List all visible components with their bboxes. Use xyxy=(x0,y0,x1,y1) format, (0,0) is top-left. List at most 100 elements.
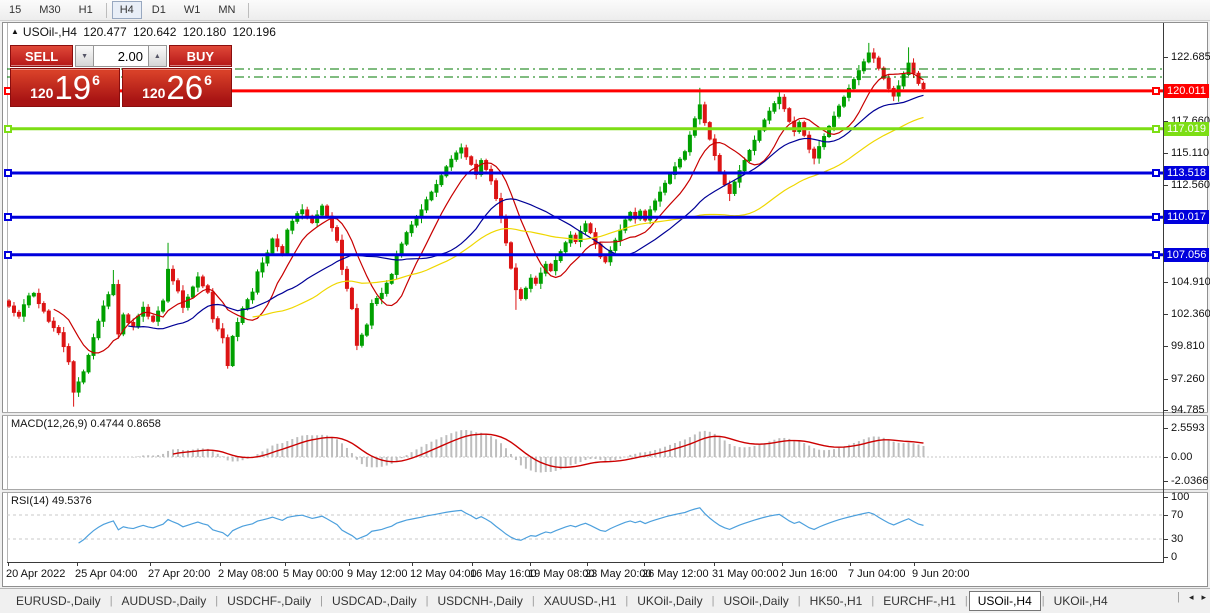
macd-signal-line xyxy=(173,434,923,467)
price-tick-mark xyxy=(1163,57,1168,58)
bid-main-digits: 19 xyxy=(54,71,91,104)
line-drag-handle[interactable] xyxy=(1152,213,1160,221)
ohlc-close: 120.196 xyxy=(232,25,275,39)
indicator-tick-mark xyxy=(1163,539,1168,540)
spin-up-icon: ▲ xyxy=(154,53,161,60)
indicator-tick-label: 2.5593 xyxy=(1171,422,1205,434)
time-tick-mark xyxy=(530,562,531,566)
time-axis-label: 12 May 04:00 xyxy=(410,568,477,580)
time-axis-label: 16 May 16:00 xyxy=(470,568,537,580)
price-tick-mark xyxy=(1163,379,1168,380)
bid-price-box[interactable]: 120 19 6 xyxy=(10,68,120,107)
time-axis-label: 20 Apr 2022 xyxy=(6,568,65,580)
price-tick-label: 112.560 xyxy=(1171,179,1210,191)
panel-splitter-rsi[interactable] xyxy=(2,489,1208,493)
indicator-tick-label: 30 xyxy=(1171,533,1183,545)
spin-down-icon: ▼ xyxy=(81,53,88,60)
price-tick-label: 115.110 xyxy=(1171,147,1209,159)
volume-increase-button[interactable]: ▲ xyxy=(148,45,167,67)
sell-button[interactable]: SELL xyxy=(10,45,73,67)
macd-histogram xyxy=(132,430,924,473)
time-axis-label: 2 Jun 16:00 xyxy=(780,568,838,580)
indicator-tick-mark xyxy=(1163,557,1168,558)
rsi-indicator-label: RSI(14) 49.5376 xyxy=(11,495,92,507)
ohlc-low: 120.180 xyxy=(183,25,226,39)
line-drag-handle[interactable] xyxy=(4,251,12,259)
moving-average-lines xyxy=(54,73,924,353)
price-tick-label: 97.260 xyxy=(1171,373,1205,385)
line-drag-handle[interactable] xyxy=(1152,87,1160,95)
time-tick-mark xyxy=(587,562,588,566)
line-drag-handle[interactable] xyxy=(4,169,12,177)
time-axis-label: 25 Apr 04:00 xyxy=(75,568,137,580)
time-axis-border xyxy=(7,562,1164,563)
time-axis-label: 9 Jun 20:00 xyxy=(912,568,970,580)
time-tick-mark xyxy=(8,562,9,566)
indicator-tick-label: 100 xyxy=(1171,491,1189,503)
price-tick-mark xyxy=(1163,185,1168,186)
time-axis-label: 31 May 00:00 xyxy=(712,568,779,580)
line-drag-handle[interactable] xyxy=(4,213,12,221)
price-tick-mark xyxy=(1163,346,1168,347)
chart-symbol: USOil-,H4 xyxy=(23,25,77,39)
buy-button[interactable]: BUY xyxy=(169,45,232,67)
ask-main-digits: 26 xyxy=(166,71,203,104)
price-tick-label: 99.810 xyxy=(1171,340,1205,352)
price-tick-label: 102.360 xyxy=(1171,308,1210,320)
time-tick-mark xyxy=(285,562,286,566)
bid-pip-digit: 6 xyxy=(92,72,100,88)
time-tick-mark xyxy=(349,562,350,566)
time-axis-label: 9 May 12:00 xyxy=(347,568,408,580)
price-line-label-107.056: 107.056 xyxy=(1164,248,1209,262)
indicator-tick-label: -2.0366 xyxy=(1171,475,1208,487)
rsi-line xyxy=(79,508,924,543)
panel-splitter-macd[interactable] xyxy=(2,412,1208,416)
price-tick-mark xyxy=(1163,314,1168,315)
macd-indicator-label: MACD(12,26,9) 0.4744 0.8658 xyxy=(11,418,161,430)
time-tick-mark xyxy=(914,562,915,566)
bid-prefix: 120 xyxy=(30,85,53,101)
volume-input[interactable] xyxy=(94,45,148,67)
indicator-tick-mark xyxy=(1163,481,1168,482)
indicator-tick-mark xyxy=(1163,457,1168,458)
price-tick-mark xyxy=(1163,410,1168,411)
ask-prefix: 120 xyxy=(142,85,165,101)
indicator-tick-mark xyxy=(1163,515,1168,516)
price-line-label-113.518: 113.518 xyxy=(1164,166,1209,180)
time-tick-mark xyxy=(850,562,851,566)
indicator-tick-label: 0 xyxy=(1171,551,1177,563)
ask-price-box[interactable]: 120 26 6 xyxy=(122,68,232,107)
time-tick-mark xyxy=(782,562,783,566)
indicator-tick-label: 70 xyxy=(1171,509,1183,521)
time-axis-label: 27 Apr 20:00 xyxy=(148,568,210,580)
time-tick-mark xyxy=(220,562,221,566)
time-tick-mark xyxy=(77,562,78,566)
line-drag-handle[interactable] xyxy=(1152,125,1160,133)
line-drag-handle[interactable] xyxy=(1152,169,1160,177)
line-drag-handle[interactable] xyxy=(4,125,12,133)
trading-platform-window: 15M30H1H4D1W1MN ▲USOil-,H4 120.477 120.6… xyxy=(0,0,1210,613)
indicator-tick-mark xyxy=(1163,428,1168,429)
time-tick-mark xyxy=(714,562,715,566)
chart-collapse-icon[interactable]: ▲ xyxy=(11,27,19,36)
price-tick-mark xyxy=(1163,282,1168,283)
time-tick-mark xyxy=(644,562,645,566)
ohlc-high: 120.642 xyxy=(133,25,176,39)
chart-title: ▲ USOil-,H4 120.477 120.642 120.180 120.1… xyxy=(11,25,279,39)
price-line-label-117.019: 117.019 xyxy=(1164,122,1209,136)
time-axis-label: 7 Jun 04:00 xyxy=(848,568,906,580)
line-drag-handle[interactable] xyxy=(1152,251,1160,259)
price-tick-label: 94.785 xyxy=(1171,404,1205,416)
indicator-tick-mark xyxy=(1163,497,1168,498)
ask-pip-digit: 6 xyxy=(204,72,212,88)
ohlc-open: 120.477 xyxy=(83,25,126,39)
time-tick-mark xyxy=(472,562,473,566)
one-click-trade-panel: SELL ▼ ▲ BUY 120 19 6 120 26 6 xyxy=(10,45,232,108)
ma-line-10[interactable] xyxy=(54,73,924,353)
volume-decrease-button[interactable]: ▼ xyxy=(75,45,94,67)
time-axis-label: 2 May 08:00 xyxy=(218,568,279,580)
time-axis-label: 5 May 00:00 xyxy=(283,568,344,580)
time-axis-label: 26 May 12:00 xyxy=(642,568,709,580)
price-line-label-110.017: 110.017 xyxy=(1164,210,1209,224)
price-tick-label: 104.910 xyxy=(1171,276,1210,288)
